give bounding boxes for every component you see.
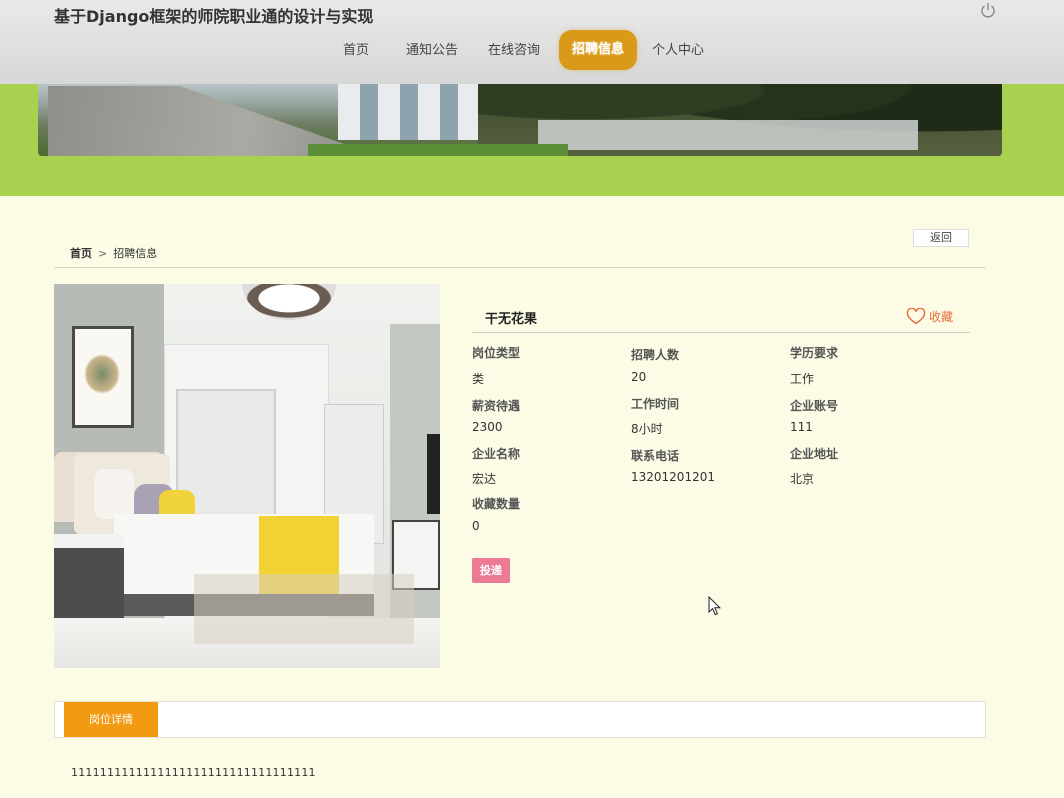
field-value-salary: 2300 <box>472 420 503 434</box>
field-label-headcount: 招聘人数 <box>631 348 680 362</box>
field-value-company-name: 宏达 <box>472 472 497 486</box>
nav-jobs[interactable]: 招聘信息 <box>562 33 635 67</box>
power-icon[interactable] <box>979 1 997 19</box>
nav-personal-center[interactable]: 个人中心 <box>652 38 704 64</box>
main-nav: 首页 通知公告 在线咨询 招聘信息 个人中心 <box>0 33 1064 67</box>
field-label-company-account: 企业账号 <box>790 399 839 413</box>
field-value-favorite-count: 0 <box>472 519 480 533</box>
nav-home[interactable]: 首页 <box>343 38 369 64</box>
heart-outline-icon <box>906 307 926 324</box>
breadcrumb-current: 招聘信息 <box>113 247 158 260</box>
field-label-company-name: 企业名称 <box>472 447 521 461</box>
favorite-label: 收藏 <box>929 309 954 324</box>
top-header: 基于Django框架的师院职业通的设计与实现 首页 通知公告 在线咨询 招聘信息… <box>0 0 1064 84</box>
apply-button[interactable]: 投递 <box>472 558 510 583</box>
mouse-pointer-icon <box>708 596 722 616</box>
field-value-job-type: 类 <box>472 372 485 386</box>
field-label-favorite-count: 收藏数量 <box>472 497 521 511</box>
breadcrumb-divider <box>54 267 986 268</box>
favorite-button[interactable]: 收藏 <box>906 307 953 325</box>
field-value-work-hours: 8小时 <box>631 422 663 436</box>
info-divider <box>472 332 970 333</box>
field-label-salary: 薪资待遇 <box>472 399 521 413</box>
field-value-company-account: 111 <box>790 420 813 434</box>
tab-job-details[interactable]: 岗位详情 <box>64 702 158 737</box>
breadcrumb: 首页 > 招聘信息 <box>70 245 157 261</box>
job-image <box>54 284 440 668</box>
field-label-phone: 联系电话 <box>631 449 680 463</box>
site-title: 基于Django框架的师院职业通的设计与实现 <box>54 7 374 26</box>
nav-consult[interactable]: 在线咨询 <box>488 38 540 64</box>
breadcrumb-separator: > <box>98 247 108 260</box>
field-label-company-address: 企业地址 <box>790 447 839 461</box>
field-label-job-type: 岗位类型 <box>472 346 521 360</box>
job-title: 干无花果 <box>485 312 538 327</box>
field-value-phone: 13201201201 <box>631 470 715 484</box>
field-label-work-hours: 工作时间 <box>631 397 680 411</box>
field-value-headcount: 20 <box>631 370 647 384</box>
field-value-company-address: 北京 <box>790 472 815 486</box>
breadcrumb-home[interactable]: 首页 <box>70 247 92 260</box>
nav-notices[interactable]: 通知公告 <box>406 38 458 64</box>
back-button[interactable]: 返回 <box>913 229 969 247</box>
field-value-education: 工作 <box>790 372 815 386</box>
job-detail-content: 1111111111111111111111111111111111 <box>71 766 316 779</box>
detail-tab-bar: 岗位详情 <box>54 701 986 738</box>
field-label-education: 学历要求 <box>790 346 839 360</box>
banner-image <box>38 84 1002 156</box>
